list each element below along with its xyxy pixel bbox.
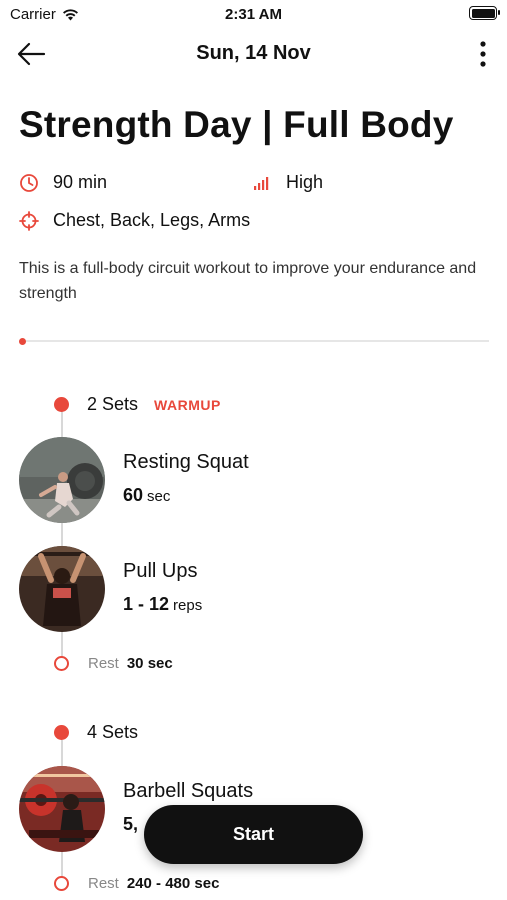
rest-value: 240 - 480 sec: [126, 875, 220, 892]
exercise-amount: 1 - 12 reps: [123, 594, 202, 615]
start-button[interactable]: Start: [144, 805, 363, 864]
set-bullet: [54, 725, 69, 740]
set-count: 4 Sets: [87, 722, 139, 742]
set-bullet: [54, 397, 69, 412]
exercise-name: Resting Squat: [123, 451, 249, 473]
exercise-amount-value: 60: [123, 485, 144, 505]
status-bar: Carrier 2:31 AM: [0, 0, 507, 30]
exercise-name: Pull Ups: [123, 560, 198, 582]
workout-title: Strength Day | Full Body: [19, 104, 454, 145]
exercise-thumbnail: [19, 546, 105, 632]
nav-bar: Sun, 14 Nov: [0, 34, 507, 74]
exercise-name: Barbell Squats: [123, 780, 254, 802]
exercise-item[interactable]: Resting Squat 60 sec: [19, 437, 479, 523]
rest-label: Rest: [88, 655, 119, 672]
more-options-icon[interactable]: [475, 40, 491, 68]
clock: 2:31 AM: [225, 6, 282, 23]
duration-row: 90 min: [19, 172, 107, 193]
rest-bullet: [54, 876, 69, 891]
workout-progress-bar: [19, 337, 489, 345]
set-header: 4 Sets: [54, 722, 138, 743]
exercise-amount: 60 sec: [123, 485, 170, 506]
rest-row: Rest 30 sec: [54, 655, 173, 672]
battery-icon: [469, 6, 500, 20]
workout-description: This is a full-body circuit workout to i…: [19, 260, 477, 302]
exercise-amount-value: 1 - 12: [123, 594, 170, 614]
nav-date-title: Sun, 14 Nov: [196, 42, 311, 64]
exercise-thumbnail: [19, 437, 105, 523]
progress-indicator: [19, 337, 26, 345]
intensity-row: High: [252, 172, 323, 193]
rest-value: 30 sec: [126, 655, 173, 672]
set-tag: WARMUP: [154, 396, 221, 413]
set-header: 2 Sets WARMUP: [54, 394, 221, 415]
exercise-thumbnail: [19, 766, 105, 852]
intensity-value: High: [286, 172, 324, 192]
rest-row: Rest 240 - 480 sec: [54, 875, 219, 892]
clock-icon: [20, 173, 38, 192]
muscles-row: Chest, Back, Legs, Arms: [19, 210, 250, 231]
duration-value: 90 min: [53, 172, 108, 192]
set-count: 2 Sets: [87, 394, 139, 414]
exercise-amount-unit: sec: [147, 488, 171, 505]
muscles-value: Chest, Back, Legs, Arms: [53, 210, 251, 230]
exercise-amount-value: 5,: [123, 814, 139, 834]
rest-label: Rest: [88, 875, 119, 892]
rest-bullet: [54, 656, 69, 671]
exercise-amount-unit: reps: [173, 597, 203, 614]
exercise-item[interactable]: Pull Ups 1 - 12 reps: [19, 546, 479, 632]
signal-bars-icon: [254, 176, 269, 190]
target-icon: [19, 210, 39, 231]
exercise-amount: 5,: [123, 814, 142, 835]
